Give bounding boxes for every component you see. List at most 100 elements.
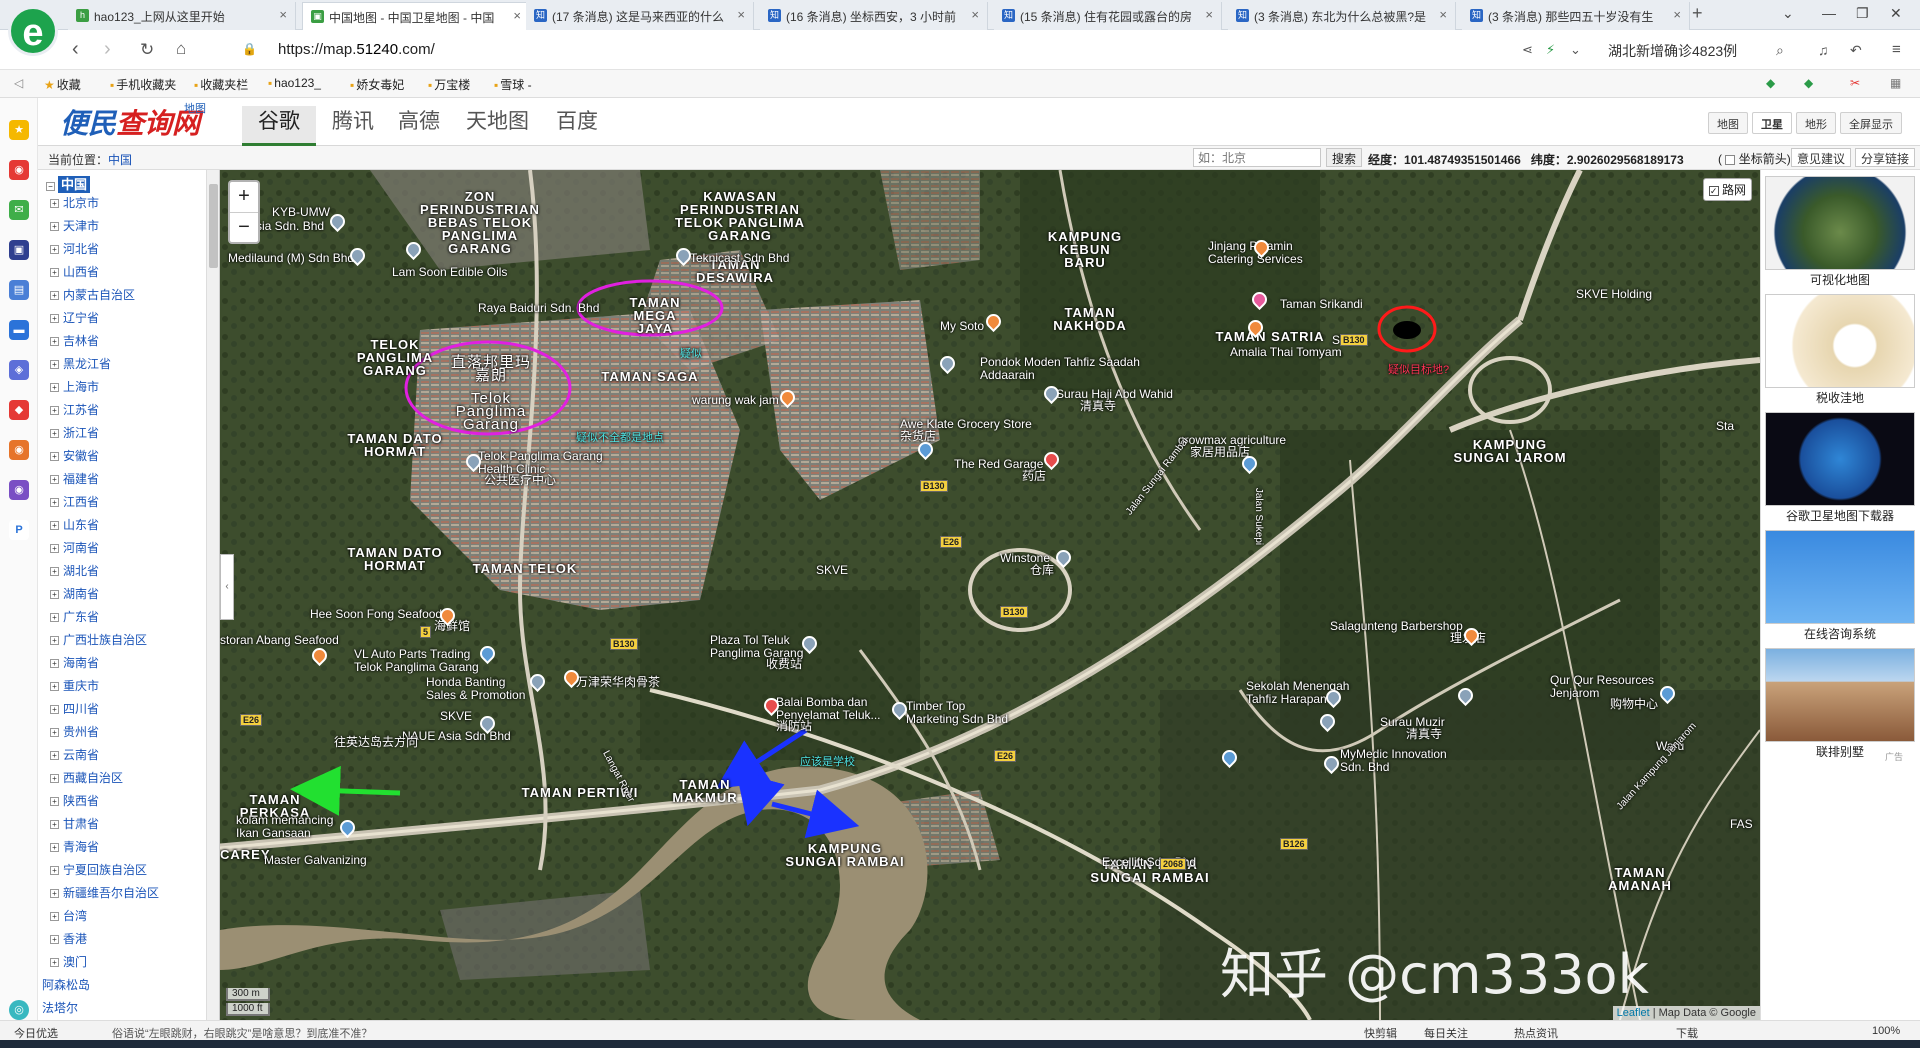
close-tab-icon[interactable]: ×: [279, 7, 287, 22]
tree-item[interactable]: + 新疆维吾尔自治区: [50, 884, 159, 901]
expand-icon[interactable]: +: [50, 314, 59, 324]
translate-icon[interactable]: ◆: [1804, 76, 1813, 90]
news-ticker[interactable]: 湖北新增确诊4823例: [1608, 41, 1737, 61]
expand-icon[interactable]: +: [50, 222, 59, 232]
browser-tab[interactable]: 知 (17 条消息) 这是马来西亚的什么 ×: [526, 2, 754, 30]
tree-item[interactable]: + 北京市: [50, 194, 99, 211]
tree-item[interactable]: + 西藏自治区: [50, 769, 123, 786]
expand-icon[interactable]: +: [50, 268, 59, 278]
expand-icon[interactable]: +: [50, 383, 59, 393]
speed-icon[interactable]: ⚡: [1546, 42, 1555, 58]
zoom-out-button[interactable]: −: [230, 212, 258, 242]
expand-icon[interactable]: +: [50, 912, 59, 922]
tree-item[interactable]: + 福建省: [50, 470, 99, 487]
notes-icon[interactable]: ▤: [9, 280, 29, 300]
news-app-icon[interactable]: ▣: [9, 240, 29, 260]
assistant-icon[interactable]: ◎: [9, 1000, 29, 1020]
roadnet-toggle[interactable]: ✓ 路网: [1702, 178, 1752, 201]
expand-icon[interactable]: +: [50, 866, 59, 876]
tree-item[interactable]: + 广西壮族自治区: [50, 631, 147, 648]
ad-card[interactable]: 在线咨询系统: [1765, 530, 1915, 642]
tree-item[interactable]: + 吉林省: [50, 332, 99, 349]
bookmark-item[interactable]: ▪ 手机收藏夹: [110, 76, 176, 93]
bookmark-item[interactable]: ▪ hao123_: [268, 76, 321, 90]
ad-card[interactable]: 可视化地图: [1765, 176, 1915, 288]
tree-item[interactable]: + 贵州省: [50, 723, 99, 740]
expand-icon[interactable]: +: [50, 682, 59, 692]
expand-icon[interactable]: +: [50, 337, 59, 347]
url-field[interactable]: 🔒 https://map.51240.com/: [232, 37, 1592, 63]
breadcrumb-link[interactable]: 中国: [108, 153, 132, 167]
tree-item[interactable]: + 宁夏回族自治区: [50, 861, 147, 878]
status-item-news[interactable]: 热点资讯: [1514, 1025, 1558, 1041]
undo-icon[interactable]: ↶: [1850, 42, 1862, 59]
restore-icon[interactable]: ❐: [1856, 5, 1869, 22]
tree-item[interactable]: + 浙江省: [50, 424, 99, 441]
provider-tab[interactable]: 百度: [540, 106, 614, 146]
expand-icon[interactable]: +: [50, 751, 59, 761]
close-ads-icon[interactable]: ✂: [1850, 76, 1860, 90]
browser-tab[interactable]: ▣ 中国地图 - 中国卫星地图 - 中国 ×: [302, 2, 530, 30]
bookmark-item[interactable]: ★ 收藏: [44, 76, 81, 93]
search-button[interactable]: 搜索: [1326, 148, 1363, 167]
tree-item[interactable]: + 江西省: [50, 493, 99, 510]
status-item-follow[interactable]: 每日关注: [1424, 1025, 1468, 1041]
dropdown-icon[interactable]: ⌄: [1570, 42, 1581, 58]
expand-icon[interactable]: +: [50, 774, 59, 784]
status-daily-pick[interactable]: 今日优选: [14, 1025, 58, 1041]
expand-icon[interactable]: +: [50, 199, 59, 209]
ad-card[interactable]: 税收洼地: [1765, 294, 1915, 406]
expand-icon[interactable]: +: [50, 245, 59, 255]
close-window-icon[interactable]: ✕: [1890, 5, 1902, 22]
satellite-map[interactable]: ZON PERINDUSTRIAN BEBAS TELOK PANGLIMA G…: [220, 170, 1760, 1020]
tree-item[interactable]: + 山东省: [50, 516, 99, 533]
arrow-checkbox[interactable]: ( 坐标箭头): [1718, 150, 1791, 167]
expand-icon[interactable]: +: [50, 797, 59, 807]
tree-item[interactable]: + 湖南省: [50, 585, 99, 602]
shop-icon[interactable]: ◆: [9, 400, 29, 420]
tree-scrollbar[interactable]: [206, 170, 219, 1020]
home-icon[interactable]: ⌂: [176, 39, 186, 59]
sidebar-toggle-icon[interactable]: ◁: [14, 76, 23, 90]
expand-icon[interactable]: +: [50, 935, 59, 945]
tree-item[interactable]: + 河南省: [50, 539, 99, 556]
tree-item[interactable]: + 重庆市: [50, 677, 99, 694]
collapse-tree-button[interactable]: ‹: [220, 554, 234, 620]
provider-tab[interactable]: 高德: [382, 106, 456, 146]
back-icon[interactable]: ‹: [72, 38, 79, 61]
expand-icon[interactable]: +: [50, 613, 59, 623]
provider-tab[interactable]: 谷歌: [242, 106, 316, 146]
search-input[interactable]: [1193, 148, 1321, 167]
map-type-button[interactable]: 卫星: [1752, 112, 1792, 134]
tree-item[interactable]: + 内蒙古自治区: [50, 286, 135, 303]
tree-item[interactable]: 阿森松岛: [42, 976, 90, 993]
tree-item[interactable]: 法塔尔: [42, 999, 78, 1016]
grid-icon[interactable]: ▦: [1890, 76, 1901, 90]
menu-icon[interactable]: ≡: [1892, 41, 1901, 58]
tree-item[interactable]: + 湖北省: [50, 562, 99, 579]
mail-icon[interactable]: ✉: [9, 200, 29, 220]
headphone-icon[interactable]: ♫: [1818, 42, 1829, 58]
expand-icon[interactable]: +: [50, 590, 59, 600]
reload-icon[interactable]: ↻: [140, 40, 154, 60]
expand-icon[interactable]: +: [50, 728, 59, 738]
tree-item[interactable]: + 四川省: [50, 700, 99, 717]
status-zoom[interactable]: 100%: [1872, 1025, 1900, 1037]
new-tab-button[interactable]: +: [1692, 3, 1703, 24]
bookmark-item[interactable]: ▪ 娇女毒妃: [350, 76, 404, 93]
provider-tab[interactable]: 天地图: [450, 106, 545, 146]
site-logo[interactable]: 便民查询网: [60, 102, 200, 142]
browser-tab[interactable]: 知 (15 条消息) 住有花园或露台的房 ×: [994, 2, 1222, 30]
map-type-button[interactable]: 地图: [1708, 112, 1748, 134]
map-type-button[interactable]: 地形: [1796, 112, 1836, 134]
tree-item[interactable]: + 甘肃省: [50, 815, 99, 832]
tree-item[interactable]: + 山西省: [50, 263, 99, 280]
bookmark-item[interactable]: ▪ 雪球 -: [494, 76, 532, 93]
close-tab-icon[interactable]: ×: [513, 8, 521, 23]
tree-item[interactable]: + 台湾: [50, 907, 87, 924]
browser-tab[interactable]: 知 (3 条消息) 那些四五十岁没有生 ×: [1462, 2, 1690, 30]
expand-icon[interactable]: +: [50, 958, 59, 968]
tree-item[interactable]: + 广东省: [50, 608, 99, 625]
tree-item[interactable]: + 云南省: [50, 746, 99, 763]
ad-card[interactable]: 联排别墅: [1765, 648, 1915, 760]
